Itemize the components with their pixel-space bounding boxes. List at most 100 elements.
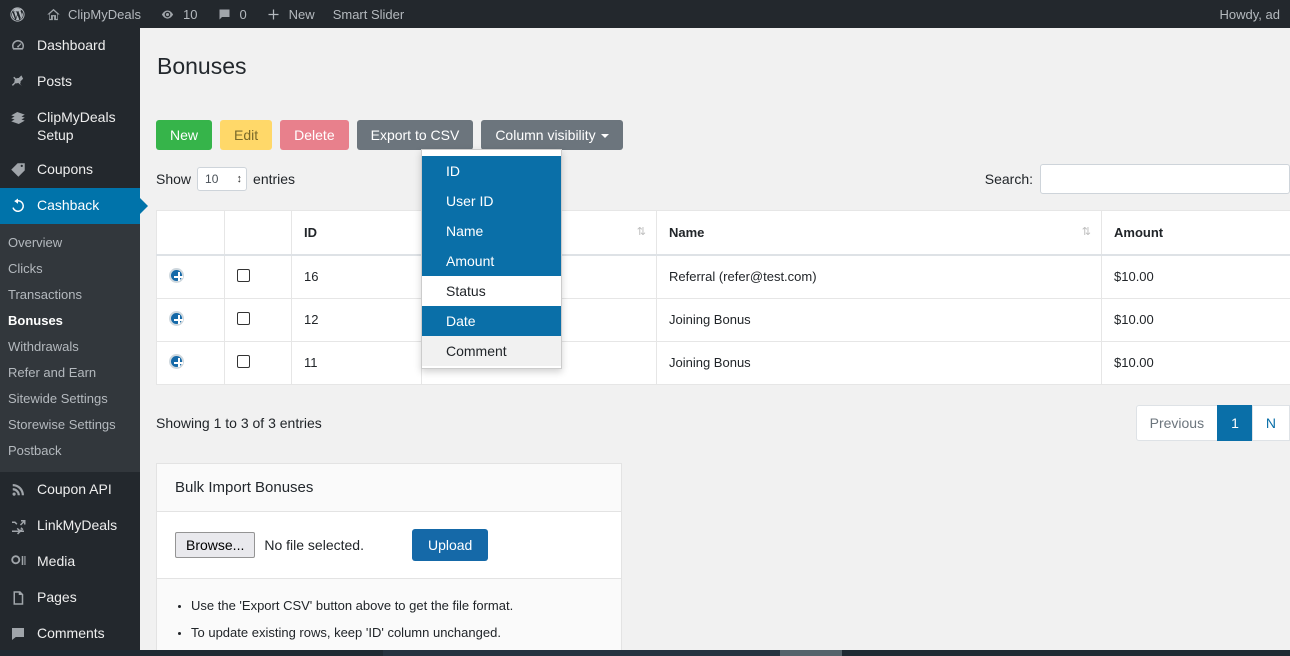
sidebar-item-storewise-settings[interactable]: Storewise Settings: [0, 412, 140, 438]
colvis-item-comment[interactable]: Comment: [422, 335, 561, 366]
sidebar-item-postback[interactable]: Postback: [0, 438, 140, 464]
entries-label: entries: [253, 170, 296, 187]
admin-sidebar: Dashboard Posts ClipMyDeals Setup Coupon…: [0, 28, 148, 656]
sidebar-item-dashboard[interactable]: Dashboard: [0, 28, 140, 64]
colvis-item-user-id[interactable]: User ID: [422, 185, 561, 216]
col-name[interactable]: Name ⇅: [656, 209, 1102, 256]
smart-slider-menu[interactable]: Smart Slider: [324, 0, 414, 28]
comments-menu[interactable]: 0: [206, 0, 255, 28]
export-to-csv-button[interactable]: Export to CSV: [356, 119, 474, 150]
sidebar-item-pages[interactable]: Pages: [0, 580, 140, 616]
file-status-label: No file selected.: [264, 536, 364, 553]
col-select: [224, 209, 292, 256]
col-amount-label: Amount: [1114, 224, 1164, 240]
pagination-next[interactable]: N: [1251, 404, 1290, 441]
sidebar-item-label: LinkMyDeals: [37, 517, 118, 533]
cell-amount: $10.00: [1101, 340, 1290, 385]
pagination: Previous 1 N: [1135, 404, 1290, 441]
select-cell[interactable]: [224, 340, 292, 385]
sidebar-item-transactions[interactable]: Transactions: [0, 282, 140, 308]
select-cell[interactable]: [224, 297, 292, 342]
column-visibility-button[interactable]: Column visibility: [481, 119, 623, 150]
sidebar-item-overview[interactable]: Overview: [0, 230, 140, 256]
colvis-item-status[interactable]: Status: [422, 275, 561, 306]
expand-cell[interactable]: [156, 297, 225, 342]
table-row[interactable]: 11 Joining Bonus $10.00: [156, 340, 1290, 385]
sidebar-item-posts[interactable]: Posts: [0, 64, 140, 100]
sidebar-item-comments[interactable]: Comments: [0, 616, 140, 652]
row-checkbox[interactable]: [237, 354, 250, 368]
sidebar-item-bonuses[interactable]: Bonuses: [0, 308, 140, 334]
admin-bar: ClipMyDeals 10 0 New Smart Slider Howdy,…: [0, 0, 1290, 28]
page-length-select[interactable]: 10 25 50 100: [197, 166, 248, 191]
sidebar-item-clicks[interactable]: Clicks: [0, 256, 140, 282]
pages-icon: [8, 588, 28, 608]
expand-plus-icon[interactable]: [169, 267, 184, 283]
sidebar-item-media[interactable]: Media: [0, 544, 140, 580]
pagination-page-1[interactable]: 1: [1217, 404, 1253, 441]
expand-cell[interactable]: [156, 254, 225, 299]
sort-icon: ⇅: [1081, 226, 1091, 239]
table-header: ID User ID ⇅ Name ⇅ Amount: [156, 209, 1290, 256]
expand-plus-icon[interactable]: [169, 353, 184, 369]
rss-icon: [8, 480, 28, 500]
taskbar-segment[interactable]: [842, 650, 1290, 656]
sidebar-item-linkmydeals[interactable]: LinkMyDeals: [0, 508, 140, 544]
sidebar-item-clipmydeals-setup[interactable]: ClipMyDeals Setup: [0, 100, 140, 152]
col-id[interactable]: ID: [291, 209, 422, 256]
upload-button[interactable]: Upload: [411, 528, 489, 561]
bulk-import-note: To update existing rows, keep 'ID' colum…: [191, 625, 603, 641]
browse-button[interactable]: Browse...: [175, 531, 256, 558]
updates-menu[interactable]: 10: [150, 0, 206, 28]
cell-id: 12: [291, 297, 422, 342]
datatable-controls: Show 10 25 50 100 ↕ entries Search:: [156, 163, 1290, 194]
taskbar-segment[interactable]: [0, 650, 383, 656]
wp-logo-menu[interactable]: [0, 0, 35, 28]
new-content-menu[interactable]: New: [256, 0, 324, 28]
taskbar-active-segment[interactable]: [780, 650, 842, 656]
bulk-import-body: Browse... No file selected. Upload: [157, 512, 621, 578]
colvis-item-name[interactable]: Name: [422, 215, 561, 246]
select-cell[interactable]: [224, 254, 292, 299]
edit-button[interactable]: Edit: [220, 119, 273, 150]
colvis-item-id[interactable]: ID: [422, 155, 561, 186]
cell-amount: $10.00: [1101, 254, 1290, 299]
page-length-control: Show 10 25 50 100 ↕ entries: [156, 166, 296, 191]
sidebar-item-sitewide-settings[interactable]: Sitewide Settings: [0, 386, 140, 412]
new-button[interactable]: New: [156, 119, 213, 150]
content-area: Bonuses New Edit Delete Export to CSV Co…: [140, 28, 1290, 656]
col-id-label: ID: [304, 224, 317, 240]
my-account-menu[interactable]: Howdy, ad: [1211, 0, 1290, 28]
row-checkbox[interactable]: [237, 268, 250, 282]
sidebar-item-coupon-api[interactable]: Coupon API: [0, 472, 140, 508]
comments-count: 0: [239, 6, 247, 22]
sidebar-item-refer-and-earn[interactable]: Refer and Earn: [0, 360, 140, 386]
table-row[interactable]: 12 Joining Bonus $10.00: [156, 297, 1290, 342]
site-name-menu[interactable]: ClipMyDeals: [35, 0, 150, 28]
cell-id: 11: [291, 340, 422, 385]
taskbar-segment[interactable]: [383, 650, 780, 656]
expand-cell[interactable]: [156, 340, 225, 385]
colvis-item-amount[interactable]: Amount: [422, 245, 561, 276]
sidebar-item-coupons[interactable]: Coupons: [0, 152, 140, 188]
page-title: Bonuses: [157, 53, 247, 79]
column-visibility-dropdown: ID User ID Name Amount Status Date Comme…: [421, 148, 562, 369]
expand-plus-icon[interactable]: [169, 310, 184, 326]
pagination-previous[interactable]: Previous: [1135, 404, 1219, 441]
row-checkbox[interactable]: [237, 311, 250, 325]
col-name-label: Name: [669, 224, 705, 240]
col-amount[interactable]: Amount: [1101, 209, 1290, 256]
search-input[interactable]: [1040, 163, 1290, 194]
sort-icon: ⇅: [636, 226, 646, 239]
plus-icon: [265, 5, 283, 23]
delete-button[interactable]: Delete: [280, 119, 349, 150]
os-taskbar[interactable]: [0, 650, 1290, 656]
bulk-import-notes: Use the 'Export CSV' button above to get…: [157, 577, 621, 656]
colvis-item-date[interactable]: Date: [422, 305, 561, 336]
wordpress-logo-icon: [8, 5, 26, 23]
sidebar-item-cashback[interactable]: Cashback: [0, 188, 148, 224]
sidebar-item-label: Coupon API: [37, 481, 112, 497]
table-row[interactable]: 16 Referral (refer@test.com) $10.00: [156, 254, 1290, 299]
sidebar-item-label: Cashback: [37, 197, 100, 213]
sidebar-item-withdrawals[interactable]: Withdrawals: [0, 334, 140, 360]
